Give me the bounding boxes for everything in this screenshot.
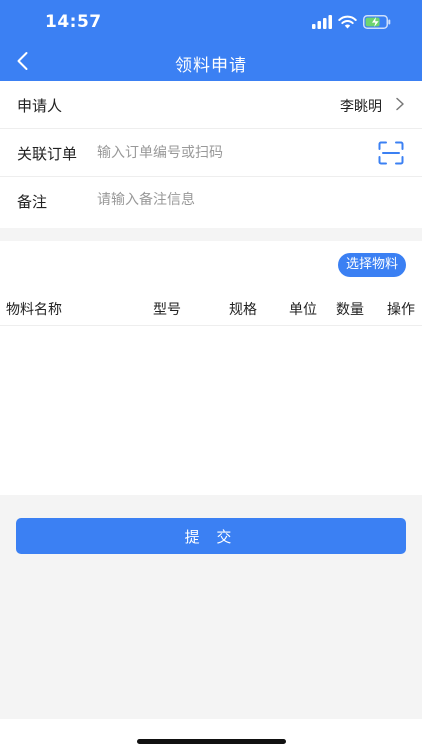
remark-label: 备注 (17, 193, 48, 211)
applicant-label: 申请人 (17, 97, 63, 115)
applicant-row[interactable]: 申请人 李眺明 (0, 81, 422, 129)
column-header-model: 型号 (153, 302, 181, 318)
cellular-signal-icon (312, 15, 332, 29)
order-row: 关联订单 (0, 129, 422, 177)
applicant-value: 李眺明 (340, 99, 382, 115)
home-indicator-area (0, 719, 422, 750)
battery-charging-icon (363, 15, 391, 29)
column-header-quantity: 数量 (336, 302, 364, 318)
page-title: 领料申请 (175, 56, 247, 76)
materials-section: 选择物料 物料名称 型号 规格 单位 数量 操作 (0, 241, 422, 495)
top-bar: 14:57 领料申请 (0, 0, 422, 81)
order-input[interactable] (97, 141, 347, 165)
wifi-icon (338, 15, 357, 29)
remark-row: 备注 (0, 177, 422, 228)
home-indicator[interactable] (137, 739, 286, 744)
status-time: 14:57 (45, 12, 102, 32)
submit-button[interactable]: 提 交 (16, 518, 406, 554)
materials-table-header: 物料名称 型号 规格 单位 数量 操作 (0, 291, 422, 326)
status-icons (312, 14, 391, 30)
column-header-spec: 规格 (229, 302, 257, 318)
chevron-right-icon (396, 97, 404, 111)
column-header-unit: 单位 (289, 302, 317, 318)
remark-input[interactable] (97, 189, 397, 219)
column-header-name: 物料名称 (6, 302, 62, 318)
application-form: 申请人 李眺明 关联订单 备注 (0, 81, 422, 228)
scan-icon[interactable] (378, 141, 404, 165)
select-material-button[interactable]: 选择物料 (337, 253, 406, 277)
order-label: 关联订单 (17, 145, 78, 163)
column-header-action: 操作 (387, 302, 415, 318)
